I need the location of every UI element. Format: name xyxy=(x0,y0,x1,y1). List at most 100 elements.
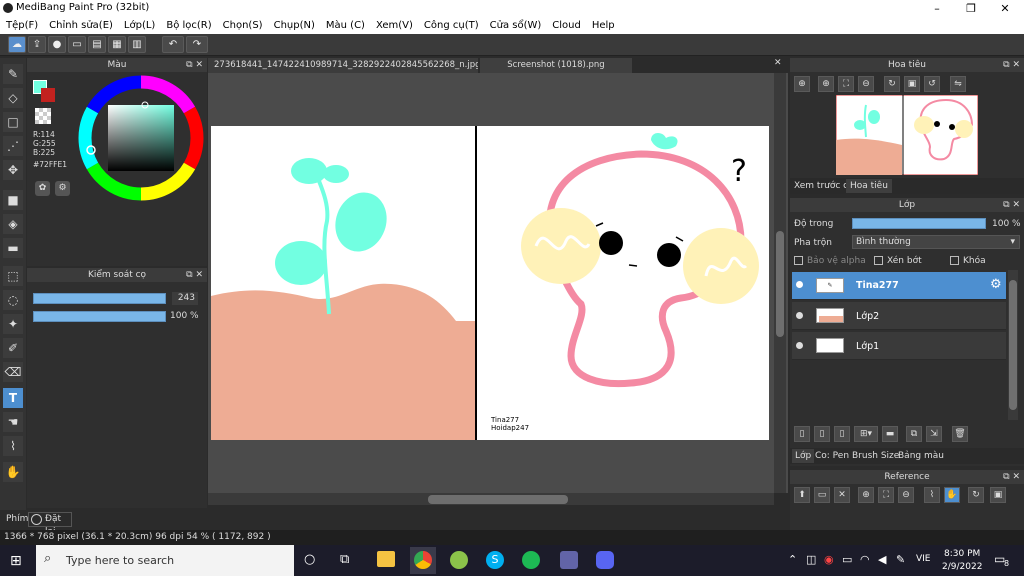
layer-row[interactable]: Lớp1 xyxy=(792,332,1006,360)
select-rect-tool-icon[interactable]: ⬚ xyxy=(3,266,23,286)
clipping-checkbox[interactable]: Xén bớt xyxy=(874,256,922,266)
color-settings-icon[interactable]: ⚙ xyxy=(55,181,70,196)
layer-row[interactable]: ✎ Tina277 ⚙ xyxy=(792,272,1006,300)
grid-icon[interactable]: ▦ xyxy=(108,36,126,53)
panel-controls-icon[interactable]: ⧉ ✕ xyxy=(186,268,203,282)
visibility-icon[interactable] xyxy=(796,312,803,319)
menu-snap[interactable]: Chụp(N) xyxy=(274,20,315,31)
fullscreen-icon[interactable]: ▣ xyxy=(904,76,920,92)
lock-box[interactable] xyxy=(950,256,959,265)
text-tool-icon[interactable]: T xyxy=(3,388,23,408)
wifi-icon[interactable]: ◠ xyxy=(860,553,870,566)
layer-opacity-slider[interactable] xyxy=(852,218,986,229)
new-layer-icon[interactable]: ▯ xyxy=(794,426,810,442)
close-button[interactable]: ✕ xyxy=(988,0,1022,17)
meet-icon[interactable]: ◫ xyxy=(806,553,816,566)
select-eraser-tool-icon[interactable]: ⌫ xyxy=(3,362,23,382)
hand-tool-icon[interactable]: ✋ xyxy=(3,462,23,482)
protect-alpha-box[interactable] xyxy=(794,256,803,265)
rotate-icon[interactable]: ↻ xyxy=(968,487,984,503)
menu-cloud[interactable]: Cloud xyxy=(552,20,581,31)
bucket-tool-icon[interactable]: ◈ xyxy=(3,214,23,234)
fullscreen-icon[interactable]: ▣ xyxy=(990,487,1006,503)
rotate-reset-icon[interactable]: ↺ xyxy=(924,76,940,92)
brush-size-value[interactable]: 243 xyxy=(172,292,198,305)
gradient-tool-icon[interactable]: ▬ xyxy=(3,238,23,258)
taskbar-search[interactable]: ⌕ Type here to search xyxy=(36,545,294,576)
lasso-tool-icon[interactable]: ◌ xyxy=(3,290,23,310)
clock-time[interactable]: 8:30 PM xyxy=(944,549,980,559)
brush-opacity-slider[interactable] xyxy=(33,311,166,322)
layers-scroll-thumb[interactable] xyxy=(1009,280,1017,410)
merge-layer-icon[interactable]: ⇲ xyxy=(926,426,942,442)
flip-icon[interactable]: ⇋ xyxy=(950,76,966,92)
undo-icon[interactable]: ↶ xyxy=(162,36,184,53)
pen-icon[interactable]: ✎ xyxy=(896,553,905,566)
menu-file[interactable]: Tệp(F) xyxy=(6,20,38,31)
tab-brush-size[interactable]: Brush Size xyxy=(852,451,899,461)
language-indicator[interactable]: VIE xyxy=(916,554,931,564)
panel-controls-icon[interactable]: ⧉ ✕ xyxy=(1003,470,1020,484)
panels-icon[interactable]: ▥ xyxy=(128,36,146,53)
close-tab-icon[interactable]: ✕ xyxy=(774,58,782,68)
select-pen-tool-icon[interactable]: ✐ xyxy=(3,338,23,358)
menu-tools[interactable]: Công cụ(T) xyxy=(424,20,479,31)
rectangle-tool-icon[interactable]: □ xyxy=(3,112,23,132)
drawing-canvas[interactable]: ? Tina277 Hoidap247 xyxy=(211,126,769,440)
menu-window[interactable]: Cửa sổ(W) xyxy=(490,20,542,31)
chrome-icon[interactable] xyxy=(414,551,432,569)
medibang-icon[interactable] xyxy=(450,551,468,569)
new-8bit-layer-icon[interactable]: ▯ xyxy=(834,426,850,442)
spotify-icon[interactable] xyxy=(522,551,540,569)
panel-controls-icon[interactable]: ⧉ ✕ xyxy=(1003,58,1020,72)
operation-tool-icon[interactable]: ☚ xyxy=(3,412,23,432)
tab-document-1[interactable]: 273618441_147422410989714_32829224028455… xyxy=(208,58,478,73)
magic-wand-tool-icon[interactable]: ✦ xyxy=(3,314,23,334)
delete-layer-icon[interactable]: 🗑 xyxy=(952,426,968,442)
layer-settings-icon[interactable]: ⚙ xyxy=(990,277,1002,292)
menu-select[interactable]: Chọn(S) xyxy=(223,20,263,31)
clipping-box[interactable] xyxy=(874,256,883,265)
reset-button[interactable]: Đặt lại xyxy=(28,512,72,537)
antivirus-icon[interactable]: ◉ xyxy=(824,553,834,566)
menu-color[interactable]: Màu (C) xyxy=(326,20,365,31)
upload-icon[interactable]: ⬆ xyxy=(794,487,810,503)
panel-controls-icon[interactable]: ⧉ ✕ xyxy=(1003,198,1020,212)
zoom-in-2-icon[interactable]: ⊕ xyxy=(818,76,834,92)
task-view-icon[interactable]: ⧉ xyxy=(340,552,349,567)
move-tool-icon[interactable]: ✥ xyxy=(3,160,23,180)
windows-start-icon[interactable]: ⊞ xyxy=(10,553,22,569)
zoom-out-icon[interactable]: ⊖ xyxy=(858,76,874,92)
maximize-button[interactable]: ❐ xyxy=(954,0,988,17)
new-color-layer-icon[interactable]: ▯ xyxy=(814,426,830,442)
tab-navigator[interactable]: Hoa tiêu xyxy=(846,179,892,193)
eyedropper-tool-icon[interactable]: ⌇ xyxy=(3,436,23,456)
menu-filter[interactable]: Bộ lọc(R) xyxy=(166,20,211,31)
zoom-in-icon[interactable]: ⊕ xyxy=(794,76,810,92)
zoom-in-icon[interactable]: ⊕ xyxy=(858,487,874,503)
tab-brush-preview[interactable]: Xem trước cọ xyxy=(794,181,854,191)
redo-icon[interactable]: ↷ xyxy=(186,36,208,53)
horizontal-scrollbar[interactable] xyxy=(208,493,774,505)
color-wheel[interactable] xyxy=(77,74,205,202)
visibility-icon[interactable] xyxy=(796,342,803,349)
menu-help[interactable]: Help xyxy=(592,20,615,31)
menu-layer[interactable]: Lớp(L) xyxy=(124,20,155,31)
menu-edit[interactable]: Chỉnh sửa(E) xyxy=(49,20,113,31)
teams-icon[interactable] xyxy=(560,551,578,569)
skype-icon[interactable]: S xyxy=(486,551,504,569)
brush-tool-icon[interactable]: ✎ xyxy=(3,64,23,84)
blend-mode-select[interactable]: Bình thường ▾ xyxy=(852,235,1020,249)
tab-layer[interactable]: Lớp xyxy=(792,449,815,463)
add-layer-menu-icon[interactable]: ⊞▾ xyxy=(854,426,878,442)
tab-palette[interactable]: Bảng màu xyxy=(898,451,944,461)
palette-icon[interactable]: ✿ xyxy=(35,181,50,196)
menu-view[interactable]: Xem(V) xyxy=(376,20,413,31)
clock-date[interactable]: 2/9/2022 xyxy=(942,562,982,572)
discord-icon[interactable] xyxy=(596,551,614,569)
vertical-scrollbar[interactable] xyxy=(774,73,786,493)
battery-icon[interactable]: ▭ xyxy=(842,553,852,566)
zoom-out-icon[interactable]: ⊖ xyxy=(898,487,914,503)
layers-scrollbar[interactable] xyxy=(1008,270,1018,420)
layer-row[interactable]: Lớp2 xyxy=(792,302,1006,330)
